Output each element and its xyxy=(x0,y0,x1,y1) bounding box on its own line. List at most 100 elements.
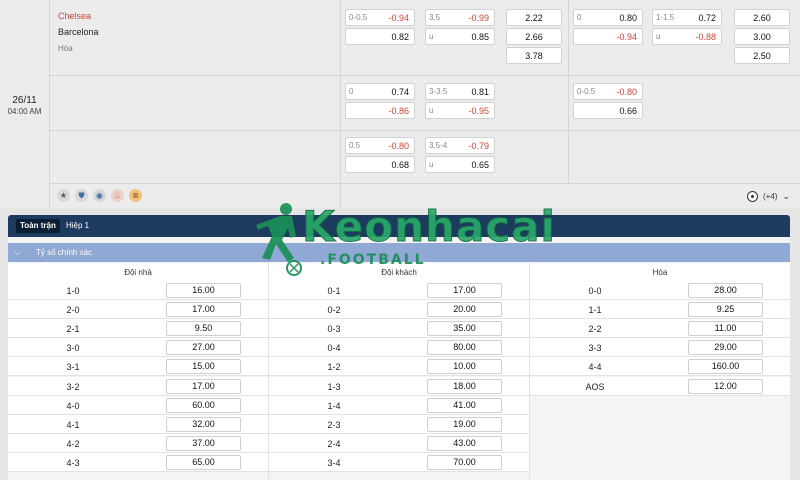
column-draw: Hòa xyxy=(652,268,668,277)
score-odds-button[interactable]: 28.00 xyxy=(688,283,763,298)
odds-cell[interactable]: 0 0.80 xyxy=(573,9,643,26)
score-odds-button[interactable]: 17.00 xyxy=(166,302,241,318)
score-label: 0-4 xyxy=(327,343,341,354)
score-odds-button[interactable]: 41.00 xyxy=(427,397,502,413)
more-markets[interactable]: (+4) ⌄ xyxy=(747,188,790,204)
chevron-down-icon[interactable]: ⌵ xyxy=(14,247,21,258)
star-icon[interactable]: ★ xyxy=(57,189,70,202)
score-label: 2-4 xyxy=(327,438,341,449)
match-odds-area: 26/11 04:00 AM Chelsea Barcelona Hòa 0-0… xyxy=(0,0,800,208)
score-odds-button[interactable]: 19.00 xyxy=(427,416,502,432)
score-odds-button[interactable]: 70.00 xyxy=(427,454,502,470)
odds-cell[interactable]: u 0.85 xyxy=(425,28,495,45)
chevron-double-down-icon[interactable]: ⌄ xyxy=(782,191,790,202)
score-odds-button[interactable]: 60.00 xyxy=(166,397,241,413)
odds-cell[interactable]: 2.66 xyxy=(506,28,562,45)
medal-icon[interactable]: ⊛ xyxy=(129,189,142,202)
score-cell: AOS 12.00 xyxy=(530,376,790,396)
score-odds-button[interactable]: 10.00 xyxy=(427,359,502,375)
table-row: 3-1 15.00 1-2 10.00 4-4 160.00 xyxy=(8,357,790,377)
score-odds-button[interactable]: 18.00 xyxy=(427,378,502,394)
odds-cell[interactable]: 0 0.74 xyxy=(345,83,415,100)
score-odds-button[interactable]: 32.00 xyxy=(166,416,241,432)
page: 26/11 04:00 AM Chelsea Barcelona Hòa 0-0… xyxy=(0,0,800,480)
odds-cell[interactable]: 2.22 xyxy=(506,9,562,26)
odds-cell[interactable]: 3.78 xyxy=(506,47,562,64)
odds-cell[interactable]: 0.82 xyxy=(345,28,415,45)
score-label: AOS xyxy=(585,381,605,392)
odds-cell[interactable]: -0.86 xyxy=(345,102,415,119)
flame-icon[interactable]: ♨ xyxy=(111,189,124,202)
score-odds-button[interactable]: 9.50 xyxy=(166,321,241,337)
score-odds-button[interactable]: 27.00 xyxy=(166,340,241,356)
score-cell: 0-3 35.00 xyxy=(269,319,529,339)
odds-cell[interactable]: u 0.65 xyxy=(425,156,495,173)
tab-full-match[interactable]: Toàn trận xyxy=(16,219,60,233)
odds-cell[interactable]: 0.66 xyxy=(573,102,643,119)
odds-cell[interactable]: 3.5 -0.99 xyxy=(425,9,495,26)
odds-cell[interactable]: 0.5 -0.80 xyxy=(345,137,415,154)
score-odds-button[interactable]: 80.00 xyxy=(427,340,502,356)
score-odds-button[interactable]: 35.00 xyxy=(427,321,502,337)
score-odds-button[interactable]: 11.00 xyxy=(688,321,763,337)
table-row: 3-2 17.00 1-3 18.00 AOS 12.00 xyxy=(8,376,790,396)
tab-first-half[interactable]: Hiệp 1 xyxy=(62,219,93,233)
odds-cell[interactable]: 3-3.5 0.81 xyxy=(425,83,495,100)
score-label: 3-3 xyxy=(588,343,602,354)
score-odds-button[interactable]: 15.00 xyxy=(166,359,241,375)
odds-cell[interactable]: -0.94 xyxy=(573,28,643,45)
score-label: 4-2 xyxy=(66,438,80,449)
table-row: 4-0 60.00 1-4 41.00 xyxy=(8,395,790,415)
odds-cell[interactable]: 2.50 xyxy=(734,47,790,64)
empty-cell xyxy=(530,414,790,434)
odds-cell[interactable]: 0-0.5 -0.80 xyxy=(573,83,643,100)
table-row: 3-0 27.00 0-4 80.00 3-3 29.00 xyxy=(8,338,790,358)
score-cell: 0-0 28.00 xyxy=(530,281,790,300)
score-cell: 3-0 27.00 xyxy=(8,338,268,358)
score-cell: 3-2 17.00 xyxy=(8,376,268,396)
score-odds-button[interactable]: 43.00 xyxy=(427,435,502,451)
score-odds-button[interactable]: 65.00 xyxy=(166,454,241,470)
table-row: 4-3 65.00 3-4 70.00 xyxy=(8,452,790,472)
score-label: 1-3 xyxy=(327,381,341,392)
score-label: 3-2 xyxy=(66,381,80,392)
shirt-icon[interactable]: ⛊ xyxy=(75,189,88,202)
odds-cell[interactable]: u -0.95 xyxy=(425,102,495,119)
score-odds-button[interactable]: 160.00 xyxy=(688,359,763,375)
score-label: 1-1 xyxy=(588,305,602,316)
eye-icon[interactable]: ◉ xyxy=(93,189,106,202)
score-label: 1-4 xyxy=(327,400,341,411)
score-odds-button[interactable]: 17.00 xyxy=(427,283,502,298)
score-odds-button[interactable]: 17.00 xyxy=(166,378,241,394)
soccer-ball-icon xyxy=(747,190,758,202)
score-label: 3-1 xyxy=(66,362,80,373)
empty-cell xyxy=(530,433,790,453)
odds-cell[interactable]: 2.60 xyxy=(734,9,790,26)
odds-cell[interactable]: 1-1.5 0.72 xyxy=(652,9,722,26)
away-team-name[interactable]: Barcelona xyxy=(58,27,99,37)
score-cell: 4-2 37.00 xyxy=(8,433,268,453)
score-cell: 4-1 32.00 xyxy=(8,414,268,434)
score-odds-button[interactable]: 12.00 xyxy=(688,378,763,394)
odds-cell[interactable]: 3.5-4 -0.79 xyxy=(425,137,495,154)
score-label: 2-3 xyxy=(327,419,341,430)
empty-cell xyxy=(530,395,790,415)
score-label: 2-1 xyxy=(66,324,80,335)
score-odds-button[interactable]: 20.00 xyxy=(427,302,502,318)
odds-cell[interactable]: 0-0.5 -0.94 xyxy=(345,9,415,26)
score-cell: 0-1 17.00 xyxy=(269,281,529,300)
table-row: 4-2 37.00 2-4 43.00 xyxy=(8,433,790,453)
match-date: 26/11 xyxy=(12,95,37,106)
score-odds-button[interactable]: 9.25 xyxy=(688,302,763,318)
score-cell: 1-2 10.00 xyxy=(269,357,529,377)
odds-cell[interactable]: 3.00 xyxy=(734,28,790,45)
section-header[interactable]: ⌵ Tỷ số chính xác xyxy=(8,243,790,262)
score-odds-button[interactable]: 37.00 xyxy=(166,435,241,451)
odds-cell[interactable]: u -0.88 xyxy=(652,28,722,45)
score-label: 4-3 xyxy=(66,457,80,468)
score-odds-button[interactable]: 29.00 xyxy=(688,340,763,356)
score-cell: 0-4 80.00 xyxy=(269,338,529,358)
odds-cell[interactable]: 0.68 xyxy=(345,156,415,173)
home-team-name[interactable]: Chelsea xyxy=(58,11,91,21)
score-odds-button[interactable]: 16.00 xyxy=(166,283,241,298)
